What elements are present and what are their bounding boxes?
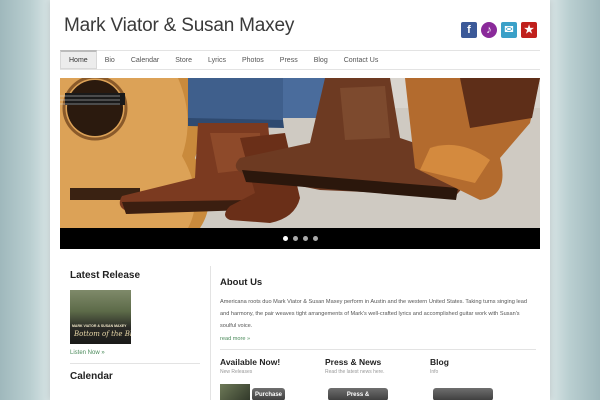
nav-contact-us[interactable]: Contact Us [336, 51, 387, 69]
reverbnation-icon[interactable]: ★ [521, 22, 537, 38]
press-news-subtitle: Read the latest news here. [325, 369, 385, 375]
facebook-icon[interactable]: f [461, 22, 477, 38]
nav-lyrics[interactable]: Lyrics [200, 51, 234, 69]
album-thumbnail[interactable] [220, 384, 250, 400]
podcast-icon[interactable]: ♪ [481, 22, 497, 38]
about-text: Americana roots duo Mark Viator & Susan … [220, 299, 527, 329]
slider-dot-1[interactable] [282, 236, 288, 241]
read-more-link[interactable]: read more » [220, 336, 536, 342]
hero-slider-image[interactable] [60, 78, 540, 228]
album-title: Bottom of the Blues [74, 330, 131, 338]
slider-dot-2[interactable] [292, 236, 298, 241]
boots-guitar-photo [60, 78, 540, 228]
column-divider [210, 266, 211, 400]
nav-store[interactable]: Store [167, 51, 200, 69]
calendar-heading: Calendar [70, 371, 113, 382]
blog-button[interactable] [433, 388, 493, 400]
content-divider [220, 349, 536, 350]
press-news-column: Press & News Read the latest news here. … [325, 357, 425, 400]
main-nav: Home Bio Calendar Store Lyrics Photos Pr… [60, 50, 540, 70]
blog-title: Blog [430, 357, 449, 367]
about-section: About Us Americana roots duo Mark Viator… [220, 277, 536, 342]
slider-dot-4[interactable] [312, 236, 318, 241]
slider-dot-3[interactable] [302, 236, 308, 241]
nav-blog[interactable]: Blog [306, 51, 336, 69]
site-title[interactable]: Mark Viator & Susan Maxey [64, 15, 294, 37]
available-now-subtitle: New Releases [220, 369, 253, 375]
press-news-title: Press & News [325, 357, 382, 367]
slider-pagination [60, 228, 540, 249]
nav-calendar[interactable]: Calendar [123, 51, 167, 69]
social-links: f ♪ ✉ ★ [461, 22, 537, 38]
nav-bio[interactable]: Bio [97, 51, 123, 69]
latest-release-heading: Latest Release [70, 270, 141, 281]
nav-home[interactable]: Home [60, 50, 97, 69]
available-now-column: Available Now! New Releases Purchase [220, 357, 320, 400]
sidebar: Latest Release MARK VIATOR & SUSAN MAXEY… [70, 270, 200, 382]
album-cover[interactable]: MARK VIATOR & SUSAN MAXEY Bottom of the … [70, 290, 131, 344]
blog-subtitle: Info [430, 369, 439, 375]
blog-column: Blog Info [430, 357, 530, 400]
press-button[interactable]: Press & [328, 388, 388, 400]
album-artist: MARK VIATOR & SUSAN MAXEY [72, 324, 127, 328]
about-title: About Us [220, 277, 263, 288]
nav-press[interactable]: Press [272, 51, 306, 69]
page: Mark Viator & Susan Maxey f ♪ ✉ ★ Home B… [50, 0, 550, 400]
listen-now-link[interactable]: Listen Now » [70, 350, 200, 356]
email-icon[interactable]: ✉ [501, 22, 517, 38]
nav-photos[interactable]: Photos [234, 51, 272, 69]
purchase-button[interactable]: Purchase [252, 388, 285, 400]
sidebar-divider [70, 363, 200, 364]
available-now-title: Available Now! [220, 357, 281, 367]
